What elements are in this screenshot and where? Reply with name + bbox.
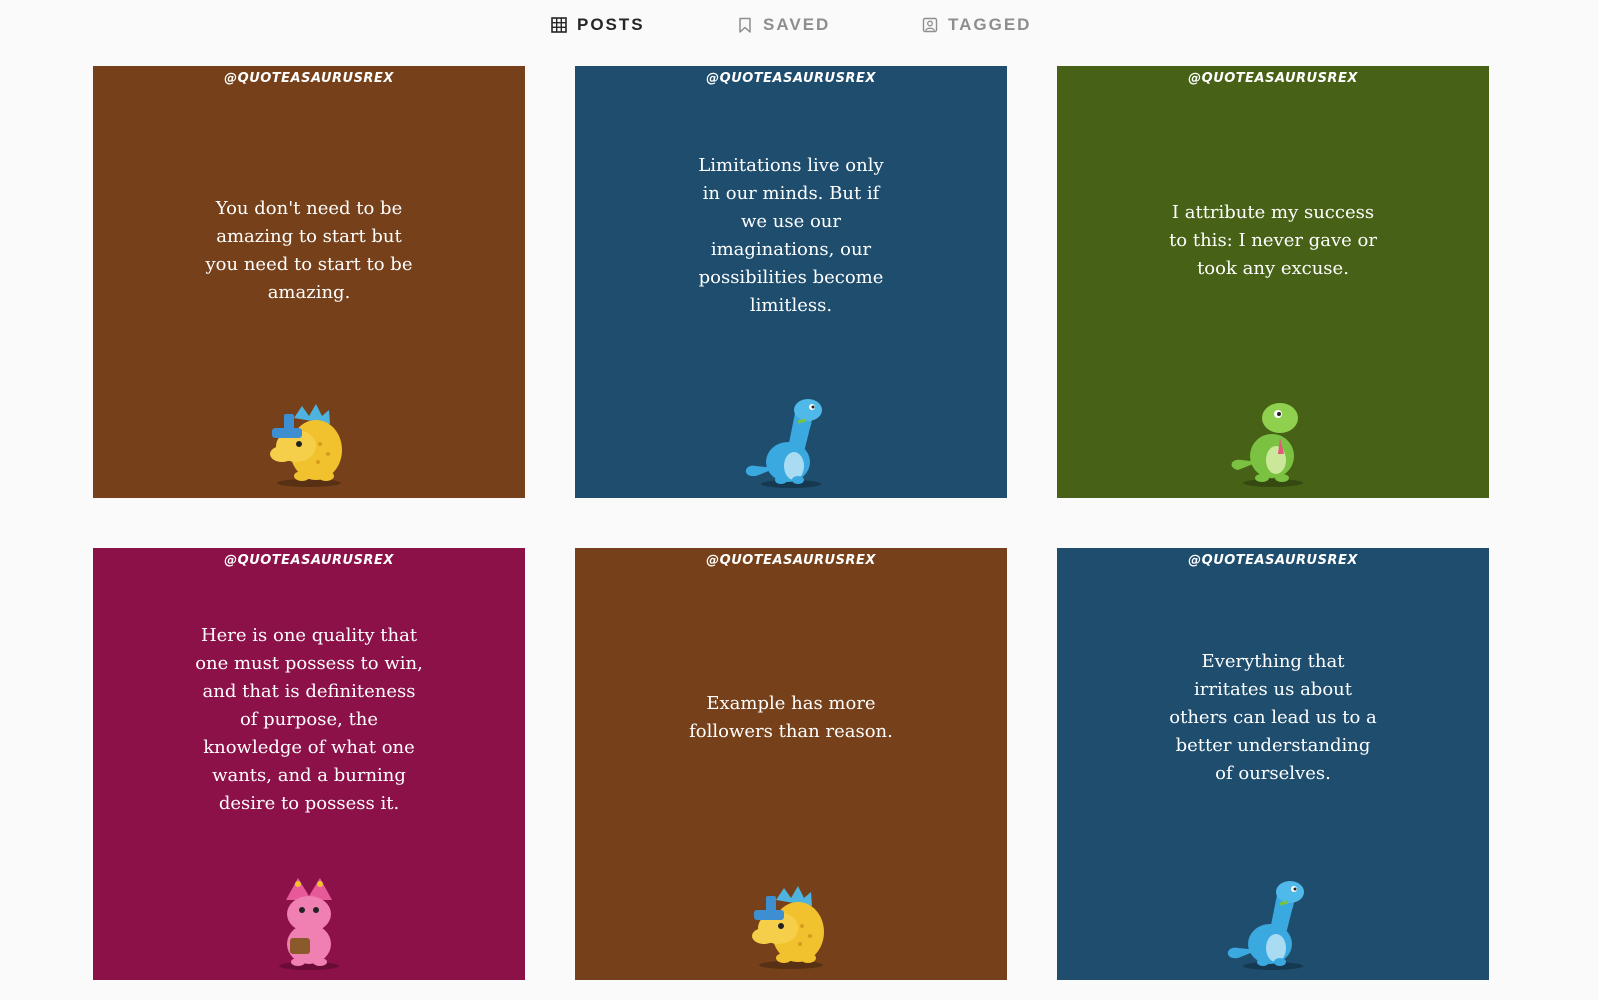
yellow-dinosaur-icon — [270, 404, 342, 487]
post-tile[interactable]: @QUOTEASAURUSREX Everything that irritat… — [1057, 548, 1489, 980]
post-handle: @QUOTEASAURUSREX — [1188, 71, 1358, 86]
tab-posts-label: POSTS — [577, 15, 645, 34]
post-handle: @QUOTEASAURUSREX — [706, 553, 876, 568]
tag-user-icon — [922, 17, 938, 33]
grid-icon — [551, 17, 567, 33]
post-quote: Limitations live only in our minds. But … — [698, 155, 884, 316]
post-tile[interactable]: @QUOTEASAURUSREX You don't need to be am… — [93, 66, 525, 498]
blue-dinosaur-icon — [1227, 881, 1304, 970]
post-handle: @QUOTEASAURUSREX — [1188, 553, 1358, 568]
post-handle: @QUOTEASAURUSREX — [706, 71, 876, 86]
green-dinosaur-icon — [1231, 403, 1303, 487]
post-tile[interactable]: @QUOTEASAURUSREX Example has more follow… — [575, 548, 1007, 980]
pink-dinosaur-icon — [279, 878, 339, 970]
tab-tagged-label: TAGGED — [948, 15, 1032, 34]
post-quote: I attribute my success to this: I never … — [1169, 202, 1377, 279]
tab-saved-label: SAVED — [763, 15, 831, 34]
tab-saved[interactable]: SAVED — [737, 12, 830, 38]
post-quote: You don't need to be amazing to start bu… — [205, 198, 413, 303]
post-tile[interactable]: @QUOTEASAURUSREX Limitations live only i… — [575, 66, 1007, 498]
post-handle: @QUOTEASAURUSREX — [224, 71, 394, 86]
post-handle: @QUOTEASAURUSREX — [224, 553, 394, 568]
post-quote: Example has more followers than reason. — [689, 693, 893, 742]
profile-tabs: POSTS SAVED TAGGED — [0, 0, 1598, 50]
blue-dinosaur-icon — [745, 399, 822, 488]
tab-tagged[interactable]: TAGGED — [922, 12, 1031, 38]
bookmark-icon — [737, 17, 753, 33]
post-tile[interactable]: @QUOTEASAURUSREX Here is one quality tha… — [93, 548, 525, 980]
post-quote: Everything that irritates us about other… — [1169, 651, 1377, 784]
tab-posts[interactable]: POSTS — [551, 12, 645, 38]
yellow-dinosaur-icon — [752, 886, 824, 969]
post-quote: Here is one quality that one must posses… — [195, 625, 423, 814]
post-tile[interactable]: @QUOTEASAURUSREX I attribute my success … — [1057, 66, 1489, 498]
